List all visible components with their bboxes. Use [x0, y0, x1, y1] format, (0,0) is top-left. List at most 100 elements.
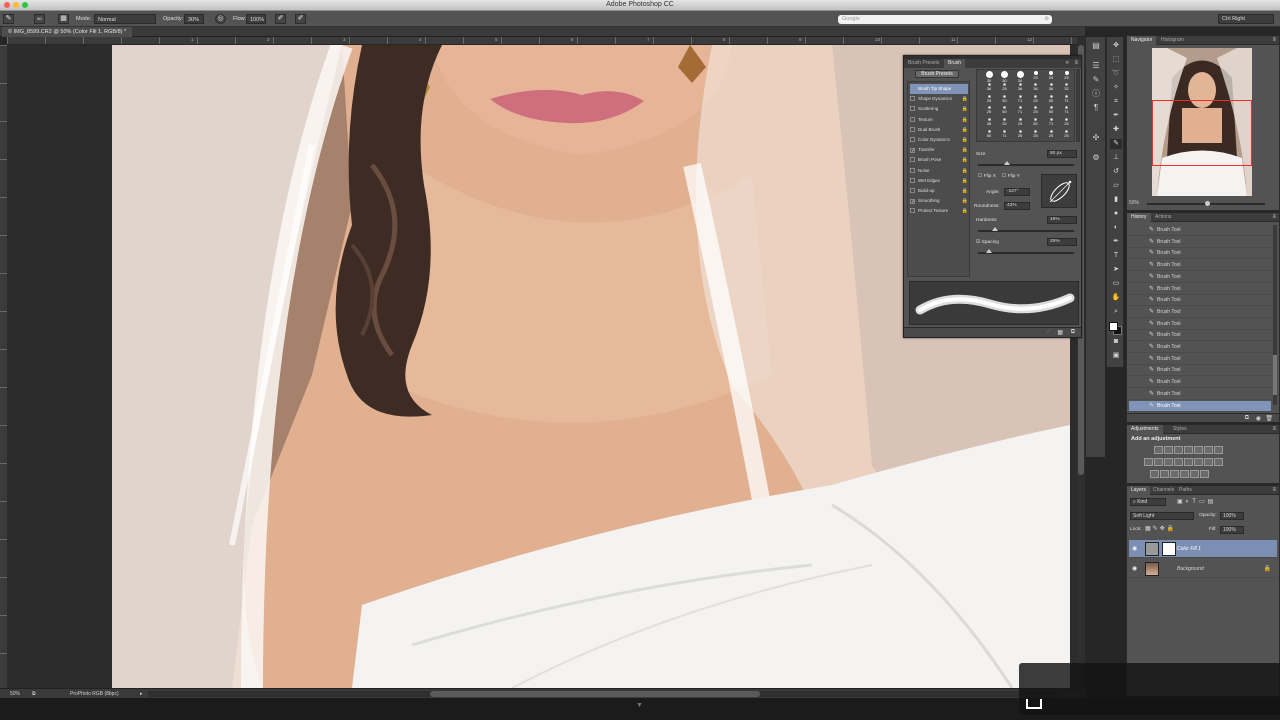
- lock-icon[interactable]: 🔒: [962, 125, 968, 135]
- history-state[interactable]: ✎ Brush Tool: [1129, 295, 1271, 307]
- history-state[interactable]: ✎ Brush Tool: [1129, 260, 1271, 272]
- hardness-slider-knob[interactable]: [992, 227, 998, 231]
- panel-menu-icon[interactable]: ≡: [1272, 36, 1276, 45]
- brush-setting-checkbox[interactable]: [910, 167, 915, 173]
- brush-preset-picker[interactable]: 80: [34, 14, 45, 24]
- brush-tip[interactable]: 25: [1029, 129, 1043, 142]
- spacing-slider-knob[interactable]: [986, 249, 992, 253]
- flow-field[interactable]: 100%: [246, 14, 266, 24]
- workspace-switcher[interactable]: Ctrl Right: [1218, 14, 1274, 24]
- adjustment-icon[interactable]: [1164, 446, 1173, 454]
- brush-tip[interactable]: 25: [1060, 129, 1074, 142]
- panel-menu-icon[interactable]: ≡: [1272, 425, 1276, 434]
- spacing-checkbox[interactable]: ☑ Spacing: [976, 240, 999, 245]
- size-slider[interactable]: [978, 161, 1074, 166]
- adjustment-icon[interactable]: [1214, 458, 1223, 466]
- brush-setting-checkbox[interactable]: ✓: [910, 199, 915, 205]
- brush-setting-checkbox[interactable]: [910, 157, 915, 163]
- clone-stamp-tool-icon[interactable]: ⊥: [1110, 153, 1122, 163]
- brush-setting-checkbox[interactable]: [910, 106, 915, 112]
- eraser-tool-icon[interactable]: ▱: [1110, 181, 1122, 191]
- pressure-size-icon[interactable]: ✐: [295, 14, 306, 24]
- canvas-horizontal-scrollbar[interactable]: [148, 691, 1058, 697]
- lock-icon[interactable]: 🔒: [962, 104, 968, 114]
- layer-thumbnail[interactable]: [1145, 562, 1159, 576]
- brush-tip[interactable]: 25: [1044, 129, 1058, 142]
- marquee-tool-icon[interactable]: ⬚: [1110, 55, 1122, 65]
- brush-tip-scrollbar[interactable]: [1076, 69, 1080, 142]
- brush-setting-item[interactable]: Texture 🔒: [910, 115, 968, 125]
- lasso-tool-icon[interactable]: ➰: [1110, 69, 1122, 79]
- flip-y-checkbox[interactable]: ☐ Flip Y: [1002, 174, 1020, 179]
- history-state[interactable]: ✎ Brush Tool: [1129, 330, 1271, 342]
- layer-filter-select[interactable]: ⌕ Kind: [1130, 498, 1166, 506]
- adjustment-icon[interactable]: [1170, 470, 1179, 478]
- history-state[interactable]: ✎ Brush Tool: [1129, 307, 1271, 318]
- brush-icon[interactable]: ✎: [1090, 75, 1102, 85]
- history-scrollbar[interactable]: [1273, 225, 1277, 405]
- move-tool-icon[interactable]: ✥: [1110, 41, 1122, 51]
- history-state[interactable]: ✎ Brush Tool: [1129, 377, 1271, 389]
- brush-setting-item[interactable]: ✓ Smoothing 🔒: [910, 196, 968, 206]
- brush-setting-checkbox[interactable]: [910, 116, 915, 122]
- new-snapshot-icon[interactable]: ◉: [1256, 415, 1261, 422]
- tab-paths[interactable]: Paths: [1175, 486, 1196, 495]
- expand-down-icon[interactable]: ▼: [636, 702, 643, 709]
- tray-icon[interactable]: [1026, 699, 1042, 709]
- brush-tool-icon[interactable]: ✎: [1110, 139, 1122, 149]
- brush-panel-toggle-icon[interactable]: ▦: [58, 14, 69, 24]
- brush-setting-checkbox[interactable]: ✓: [910, 148, 915, 154]
- brush-setting-item[interactable]: ✓ Transfer 🔒: [910, 145, 968, 155]
- toggle-live-tip-icon[interactable]: ⟋: [1047, 329, 1051, 336]
- size-field[interactable]: 80 px: [1047, 150, 1077, 158]
- adjustment-icon[interactable]: [1194, 458, 1203, 466]
- hardness-field[interactable]: 16%: [1047, 216, 1077, 224]
- flip-x-checkbox[interactable]: ☐ Flip X: [978, 174, 996, 179]
- zoom-tool-icon[interactable]: ⌕: [1110, 307, 1122, 317]
- mode-select[interactable]: Normal: [94, 14, 156, 24]
- history-state[interactable]: ✎ Brush Tool: [1129, 365, 1271, 377]
- visibility-eye-icon[interactable]: ◉: [1132, 560, 1137, 578]
- status-menu-arrow-icon[interactable]: ▸: [140, 690, 143, 698]
- adjustment-icon[interactable]: [1154, 446, 1163, 454]
- layer-row[interactable]: ◉ Background 🔒: [1129, 560, 1277, 578]
- history-brush-tool-icon[interactable]: ↺: [1110, 167, 1122, 177]
- history-state[interactable]: ✎ Brush Tool: [1129, 225, 1271, 236]
- navigator-view-box[interactable]: [1152, 100, 1252, 166]
- brush-setting-item[interactable]: Shape Dynamics 🔒: [910, 94, 968, 104]
- adjustment-icon[interactable]: [1194, 446, 1203, 454]
- lock-icon[interactable]: 🔒: [962, 176, 968, 186]
- dodge-tool-icon[interactable]: ◐: [1110, 223, 1122, 233]
- navigator-zoom-slider[interactable]: [1147, 201, 1265, 206]
- shape-tool-icon[interactable]: ▭: [1110, 279, 1122, 289]
- blur-tool-icon[interactable]: ●: [1110, 209, 1122, 219]
- hardness-slider[interactable]: [978, 227, 1074, 232]
- gradient-tool-icon[interactable]: ▮: [1110, 195, 1122, 205]
- foreground-color-swatch[interactable]: [1109, 322, 1118, 331]
- airbrush-icon[interactable]: ✐: [275, 14, 286, 24]
- collapse-icon[interactable]: »: [1066, 59, 1069, 68]
- brush-setting-checkbox[interactable]: [910, 137, 915, 142]
- layer-lock-icon[interactable]: 🔒: [1264, 560, 1271, 578]
- angle-field[interactable]: -127°: [1004, 188, 1030, 196]
- layer-name[interactable]: Color Fill 1: [1177, 540, 1201, 558]
- new-document-from-state-icon[interactable]: ⧉: [1245, 415, 1249, 422]
- eyedropper-tool-icon[interactable]: ✒: [1110, 111, 1122, 121]
- tab-history[interactable]: History: [1127, 213, 1151, 222]
- lock-icon[interactable]: 🔒: [962, 206, 968, 216]
- create-new-brush-icon[interactable]: ⧉: [1071, 329, 1075, 336]
- path-select-tool-icon[interactable]: ➤: [1110, 265, 1122, 275]
- panel-menu-icon[interactable]: ≡: [1272, 213, 1276, 222]
- brush-setting-item[interactable]: Brush Tip Shape: [910, 84, 968, 94]
- brush-setting-item[interactable]: Color Dynamics 🔒: [910, 135, 968, 145]
- history-state[interactable]: ✎ Brush Tool: [1129, 354, 1271, 365]
- navigator-zoom-knob[interactable]: [1205, 201, 1210, 206]
- status-icon[interactable]: ⧉: [32, 690, 36, 698]
- adjustment-icon[interactable]: [1184, 446, 1193, 454]
- history-state[interactable]: ✎ Brush Tool: [1129, 284, 1271, 295]
- adjustment-icon[interactable]: [1144, 458, 1153, 466]
- clear-search-icon[interactable]: ⊗: [1044, 15, 1049, 24]
- history-state[interactable]: ✎ Brush Tool: [1129, 389, 1271, 400]
- brush-setting-checkbox[interactable]: [910, 177, 915, 183]
- fill-field[interactable]: 100%: [1220, 526, 1244, 534]
